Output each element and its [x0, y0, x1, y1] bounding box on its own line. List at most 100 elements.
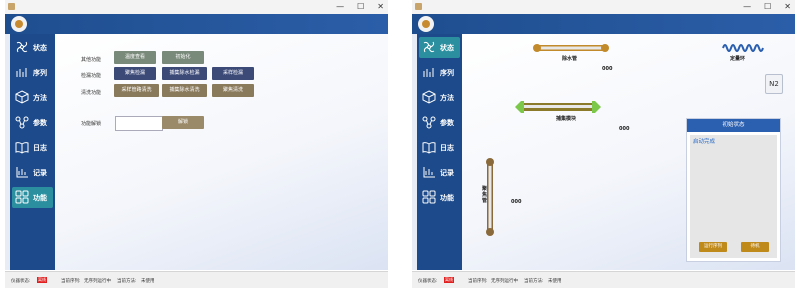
unlock-input[interactable] [115, 116, 163, 131]
sample-leak-button[interactable]: 采样检漏 [212, 67, 254, 80]
app-icon [8, 3, 15, 10]
minimize-button[interactable]: — [336, 1, 344, 13]
unlock-label: 功能解锁 [81, 121, 102, 127]
sidebar-item-status[interactable]: 状态 [419, 37, 460, 58]
trap-module-value: 000 [619, 126, 630, 132]
status-bar: 仪器状态: 离线 当前序列: 无序列运行中 当前方法: 未使用 [5, 271, 388, 288]
sidebar-label: 记录 [440, 169, 454, 177]
sequence-value: 无序列运行中 [84, 279, 111, 284]
sample-clean-button[interactable]: 采样管路清洗 [114, 84, 159, 97]
sidebar: 状态 序列 方法 参数 日志 记录 功能 [10, 34, 55, 270]
water-pipe-value: 000 [602, 66, 613, 72]
sidebar-label: 参数 [33, 119, 47, 127]
cube-icon [422, 90, 436, 104]
sidebar-item-params[interactable]: 参数 [419, 112, 460, 133]
focus-pipe-value: 000 [511, 199, 522, 205]
app-header [412, 14, 795, 34]
sequence-icon [423, 68, 434, 77]
grid-icon [15, 190, 29, 204]
title-bar: — ☐ ✕ [412, 0, 795, 15]
sidebar-label: 日志 [440, 144, 454, 152]
coil-icon [722, 44, 764, 52]
sidebar-label: 序列 [33, 69, 47, 77]
sidebar-item-functions[interactable]: 功能 [419, 187, 460, 208]
nodes-icon [15, 116, 29, 129]
sequence-value: 无序列运行中 [491, 279, 518, 284]
sidebar-item-method[interactable]: 方法 [419, 87, 460, 108]
sequence-label: 当前序列: [468, 279, 488, 284]
sidebar: 状态 序列 方法 参数 日志 记录 功能 [417, 34, 462, 270]
chart-icon [423, 167, 435, 178]
n2-indicator[interactable]: N2 [765, 74, 783, 94]
sidebar-label: 序列 [440, 69, 454, 77]
water-pipe-label: 除水管 [562, 56, 578, 62]
sidebar-label: 记录 [33, 169, 47, 177]
sidebar-item-status[interactable]: 状态 [12, 37, 53, 58]
logo [418, 16, 434, 32]
sidebar-item-functions[interactable]: 功能 [12, 187, 53, 208]
window-status: — ☐ ✕ 状态 序列 方法 参数 日志 记录 功能 除水管 000 捕集模块 … [412, 0, 795, 288]
sequence-label: 当前序列: [61, 279, 81, 284]
sidebar-label: 参数 [440, 119, 454, 127]
sidebar-label: 功能 [440, 194, 454, 202]
sidebar-item-log[interactable]: 日志 [419, 137, 460, 158]
focus-clean-button[interactable]: 聚焦清洗 [212, 84, 254, 97]
title-bar: — ☐ ✕ [5, 0, 388, 15]
sidebar-label: 日志 [33, 144, 47, 152]
temp-view-button[interactable]: 温度查看 [114, 51, 156, 64]
run-sequence-button[interactable]: 运行序列 [699, 242, 727, 252]
trap-leak-button[interactable]: 捕集除水检漏 [162, 67, 207, 80]
sidebar-label: 功能 [33, 194, 47, 202]
sidebar-label: 方法 [33, 94, 47, 102]
focus-leak-button[interactable]: 聚焦检漏 [114, 67, 156, 80]
sidebar-label: 方法 [440, 94, 454, 102]
panel-message: 启动完成 [693, 139, 716, 145]
initialize-button[interactable]: 初始化 [162, 51, 204, 64]
device-status-badge: 离线 [444, 277, 454, 283]
cube-icon [15, 90, 29, 104]
method-label: 当前方法: [524, 279, 544, 284]
device-status-label: 仪器状态: [11, 279, 31, 284]
maximize-button[interactable]: ☐ [764, 1, 771, 13]
app-icon [415, 3, 422, 10]
sidebar-item-method[interactable]: 方法 [12, 87, 53, 108]
close-button[interactable]: ✕ [377, 1, 384, 13]
sidebar-item-sequence[interactable]: 序列 [419, 62, 460, 83]
book-icon [15, 142, 29, 154]
device-status-label: 仪器状态: [418, 279, 438, 284]
trap-module-label: 捕集模块 [556, 116, 577, 122]
book-icon [422, 142, 436, 154]
panel-title: 初始状态 [687, 119, 780, 132]
unlock-button[interactable]: 解锁 [162, 116, 204, 129]
fan-icon [423, 41, 435, 53]
minimize-button[interactable]: — [743, 1, 751, 13]
sidebar-item-record[interactable]: 记录 [419, 162, 460, 183]
panel-body: 启动完成 运行序列 待机 [690, 135, 777, 258]
sidebar-item-sequence[interactable]: 序列 [12, 62, 53, 83]
trap-module-icon [515, 101, 601, 113]
row-label-clean: 清洗功能 [81, 90, 102, 96]
sidebar-label: 状态 [440, 44, 454, 52]
status-bar: 仪器状态: 离线 当前序列: 无序列运行中 当前方法: 未使用 [412, 271, 795, 288]
standby-button[interactable]: 待机 [741, 242, 769, 252]
maximize-button[interactable]: ☐ [357, 1, 364, 13]
sidebar-item-log[interactable]: 日志 [12, 137, 53, 158]
sidebar-item-params[interactable]: 参数 [12, 112, 53, 133]
grid-icon [422, 190, 436, 204]
status-view: 除水管 000 捕集模块 000 聚焦管 000 定量环 N2 初始状态 启动完… [462, 34, 795, 270]
app-header [5, 14, 388, 34]
chart-icon [16, 167, 28, 178]
functions-panel: 其他功能 温度查看 初始化 检漏功能 聚焦检漏 捕集除水检漏 采样检漏 清洗功能… [55, 34, 388, 270]
status-panel: 初始状态 启动完成 运行序列 待机 [686, 118, 781, 262]
sidebar-label: 状态 [33, 44, 47, 52]
trap-clean-button[interactable]: 捕集除水清洗 [162, 84, 207, 97]
method-value: 未使用 [141, 279, 155, 284]
quant-ring-label: 定量环 [730, 56, 746, 62]
close-button[interactable]: ✕ [784, 1, 791, 13]
method-label: 当前方法: [117, 279, 137, 284]
sidebar-item-record[interactable]: 记录 [12, 162, 53, 183]
fan-icon [16, 41, 28, 53]
method-value: 未使用 [548, 279, 562, 284]
nodes-icon [422, 116, 436, 129]
focus-pipe-label: 聚焦管 [482, 186, 488, 204]
